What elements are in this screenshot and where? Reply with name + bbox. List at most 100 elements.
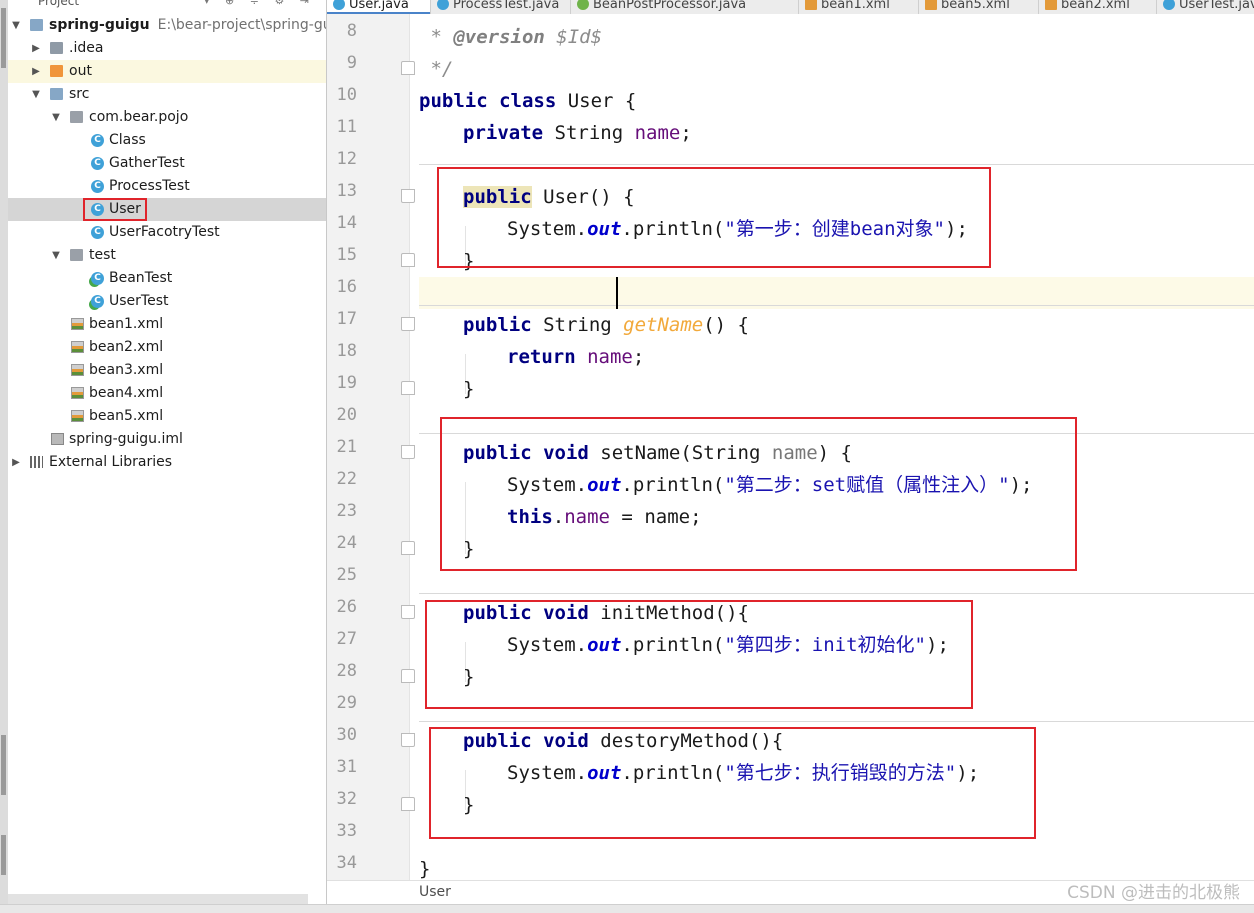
tree-item-user[interactable]: C User [8, 198, 326, 221]
tree-item-label: UserFacotryTest [109, 224, 220, 240]
method-separator [419, 593, 1254, 594]
tree-item-bean2-xml[interactable]: bean2.xml [8, 336, 326, 359]
tree-item-usertest[interactable]: C UserTest [8, 290, 326, 313]
tab-processtest-java[interactable]: ProcessTest.java [431, 0, 571, 14]
chevron-down-icon[interactable]: ▼ [10, 14, 22, 37]
xml-file-icon [71, 387, 84, 399]
fold-marker-icon[interactable] [401, 189, 415, 203]
java-class-icon: C [91, 134, 104, 147]
tree-item-test[interactable]: ▼ test [8, 244, 326, 267]
chevron-right-icon[interactable]: ▶ [10, 451, 22, 474]
chevron-right-icon[interactable]: ▶ [30, 60, 42, 83]
line-number: 30 [336, 725, 357, 745]
tree-item-label: External Libraries [49, 454, 172, 470]
tab-label: bean5.xml [941, 0, 1010, 12]
tree-item-label: bean2.xml [89, 339, 164, 355]
line-number: 22 [336, 469, 357, 489]
tree-item-com-bear-pojo[interactable]: ▼ com.bear.pojo [8, 106, 326, 129]
line-number: 25 [336, 565, 357, 585]
fold-marker-icon[interactable] [401, 669, 415, 683]
annotation-box-setname [440, 417, 1077, 571]
tab-label: bean2.xml [1061, 0, 1130, 12]
annotation-box-constructor [437, 167, 991, 268]
tab-label: BeanPostProcessor.java [593, 0, 747, 12]
tree-item-processtest[interactable]: C ProcessTest [8, 175, 326, 198]
tab-bean1-xml[interactable]: bean1.xml [799, 0, 919, 14]
fold-marker-icon[interactable] [401, 445, 415, 459]
tree-item-out[interactable]: ▶ out [8, 60, 326, 83]
tab-user-java[interactable]: User.java [327, 0, 431, 14]
panel-header-icons[interactable]: ▾ ⊕ ≑ ⚙ ⇥ [204, 0, 315, 7]
tree-item-beantest[interactable]: C BeanTest [8, 267, 326, 290]
line-number: 16 [336, 277, 357, 297]
line-number: 20 [336, 405, 357, 425]
line-number: 31 [336, 757, 357, 777]
watermark: CSDN @进击的北极熊 [1067, 883, 1240, 903]
fold-marker-icon[interactable] [401, 605, 415, 619]
structure-tool-tab[interactable] [1, 735, 6, 795]
chevron-down-icon[interactable]: ▼ [50, 244, 62, 267]
tree-item-src[interactable]: ▼ src [8, 83, 326, 106]
code-line-18: return name; [507, 346, 645, 368]
module-folder-icon [30, 19, 43, 31]
tree-item-label: spring-guigu.iml [69, 431, 183, 447]
fold-marker-icon[interactable] [401, 253, 415, 267]
method-separator [419, 721, 1254, 722]
tab-bean2-xml[interactable]: bean2.xml [1039, 0, 1157, 14]
fold-marker-icon[interactable] [401, 541, 415, 555]
tree-item-bean3-xml[interactable]: bean3.xml [8, 359, 326, 382]
code-line-19: } [463, 378, 475, 400]
xml-file-icon [1045, 0, 1057, 10]
tree-item-bean4-xml[interactable]: bean4.xml [8, 382, 326, 405]
java-class-icon: C [91, 180, 104, 193]
line-number: 11 [336, 117, 357, 137]
code-editor[interactable]: 8 9 10 11 12 13 14 15 16 17 18 19 20 21 … [327, 14, 1254, 880]
fold-marker-icon[interactable] [401, 381, 415, 395]
line-number: 17 [336, 309, 357, 329]
chevron-down-icon[interactable]: ▼ [50, 106, 62, 129]
fold-marker-icon[interactable] [401, 317, 415, 331]
annotation-box-destorymethod [429, 727, 1036, 839]
tab-label: bean1.xml [821, 0, 890, 12]
tab-bean5-xml[interactable]: bean5.xml [919, 0, 1039, 14]
favorites-tool-tab[interactable] [1, 835, 6, 875]
line-number: 27 [336, 629, 357, 649]
tab-usertest-java[interactable]: UserTest.java [1157, 0, 1254, 14]
tree-item-gathertest[interactable]: C GatherTest [8, 152, 326, 175]
line-number: 33 [336, 821, 357, 841]
tab-label: ProcessTest.java [453, 0, 560, 12]
java-class-icon: C [91, 226, 104, 239]
module-file-icon [51, 433, 64, 445]
fold-marker-icon[interactable] [401, 61, 415, 75]
tree-item-label: out [69, 63, 92, 79]
xml-file-icon [805, 0, 817, 10]
line-number: 13 [336, 181, 357, 201]
project-panel-title: Project [38, 0, 80, 8]
tree-item-bean1-xml[interactable]: bean1.xml [8, 313, 326, 336]
fold-marker-icon[interactable] [401, 733, 415, 747]
code-line-34: } [419, 858, 431, 880]
code-area[interactable]: * @version $Id$ */ public class User { p… [419, 14, 1254, 880]
fold-marker-icon[interactable] [401, 797, 415, 811]
tree-item-class[interactable]: C Class [8, 129, 326, 152]
tree-item-userfacotrytest[interactable]: C UserFacotryTest [8, 221, 326, 244]
method-separator [419, 164, 1254, 165]
chevron-right-icon[interactable]: ▶ [30, 37, 42, 60]
tree-item-spring-guigu[interactable]: ▼ spring-guigu E:\bear-project\spring-gui… [8, 14, 326, 37]
code-line-8: * @version $Id$ [419, 26, 603, 48]
tree-item-external-libraries[interactable]: ▶ External Libraries [8, 451, 326, 474]
java-class-icon: C [91, 157, 104, 170]
chevron-down-icon[interactable]: ▼ [30, 83, 42, 106]
tree-item-iml[interactable]: spring-guigu.iml [8, 428, 326, 451]
project-tool-tab[interactable] [1, 8, 6, 68]
breadcrumb-item-user[interactable]: User [419, 881, 451, 903]
tab-beanpostprocessor-java[interactable]: BeanPostProcessor.java [571, 0, 799, 14]
tree-item-idea[interactable]: ▶ .idea [8, 37, 326, 60]
line-number: 10 [336, 85, 357, 105]
line-number: 14 [336, 213, 357, 233]
horizontal-scrollbar[interactable] [8, 894, 308, 904]
line-number: 23 [336, 501, 357, 521]
tree-item-bean5-xml[interactable]: bean5.xml [8, 405, 326, 428]
line-number: 8 [346, 21, 357, 41]
java-class-icon [333, 0, 345, 10]
